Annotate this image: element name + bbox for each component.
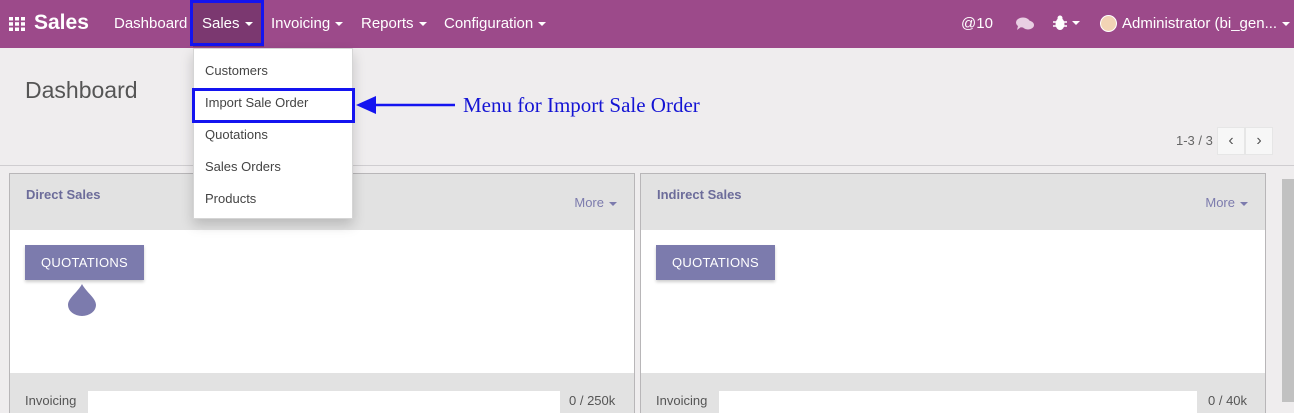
- annotation-label: Menu for Import Sale Order: [463, 93, 700, 117]
- quotations-button[interactable]: QUOTATIONS: [25, 245, 145, 280]
- menu-invoicing[interactable]: Invoicing: [271, 15, 344, 32]
- menu-configuration-label: Configuration: [444, 15, 534, 32]
- dropdown-item-quotations[interactable]: Quotations: [205, 127, 268, 142]
- card-more-dropdown[interactable]: More: [1205, 195, 1248, 210]
- annotation-arrow-icon: [356, 96, 455, 114]
- card-more-label: More: [574, 195, 604, 210]
- invoicing-progress-value: 0 / 250k: [569, 393, 616, 408]
- menu-configuration[interactable]: Configuration: [444, 15, 547, 32]
- card-more-dropdown[interactable]: More: [574, 195, 617, 210]
- card-title[interactable]: Direct Sales: [26, 187, 100, 202]
- dropdown-item-products[interactable]: Products: [205, 191, 256, 206]
- menu-reports-label: Reports: [361, 15, 414, 32]
- pager-next-button[interactable]: ›: [1245, 127, 1273, 155]
- card-title[interactable]: Indirect Sales: [657, 187, 742, 202]
- debug-menu[interactable]: [1053, 14, 1080, 32]
- pager-value: 1-3 / 3: [1176, 133, 1213, 148]
- page-title: Dashboard: [25, 77, 138, 103]
- mentions-counter[interactable]: @10: [961, 15, 993, 32]
- chevron-down-icon: [1282, 22, 1291, 27]
- sales-menu-highlight-box: [190, 0, 264, 46]
- user-name: Administrator (bi_gen...: [1122, 15, 1278, 32]
- top-navbar: Sales Dashboard Sales Invoicing Reports …: [0, 0, 1294, 48]
- dashboard-card-indirect-sales: Indirect Sales More QUOTATIONS Invoicing…: [640, 173, 1266, 413]
- avatar: [1100, 15, 1117, 32]
- apps-grid-icon[interactable]: [9, 17, 25, 31]
- chevron-down-icon: [609, 201, 617, 206]
- menu-reports[interactable]: Reports: [361, 15, 427, 32]
- chevron-left-icon: ‹: [1228, 132, 1234, 149]
- chevron-down-icon: [1240, 201, 1248, 206]
- menu-dashboard[interactable]: Dashboard: [114, 15, 187, 32]
- chevron-right-icon: ›: [1256, 132, 1262, 149]
- invoicing-label: Invoicing: [25, 393, 77, 408]
- tooltip-drop-icon: [68, 284, 96, 316]
- invoicing-progress-bar: [88, 391, 560, 413]
- chevron-down-icon: [335, 22, 344, 27]
- bug-icon: [1053, 15, 1067, 30]
- chat-icon[interactable]: [1016, 17, 1034, 31]
- card-footer: Invoicing 0 / 250k: [10, 373, 634, 413]
- invoicing-progress-value: 0 / 40k: [1208, 393, 1248, 408]
- chevron-down-icon: [538, 22, 547, 27]
- menu-invoicing-label: Invoicing: [271, 15, 331, 32]
- vertical-scrollbar[interactable]: [1282, 179, 1294, 402]
- card-more-label: More: [1205, 195, 1235, 210]
- chevron-down-icon: [418, 22, 427, 27]
- invoicing-label: Invoicing: [656, 393, 708, 408]
- chevron-down-icon: [1072, 20, 1080, 25]
- mentions-count: 10: [976, 15, 993, 32]
- app-brand[interactable]: Sales: [34, 11, 89, 35]
- dropdown-item-sales-orders[interactable]: Sales Orders: [205, 159, 281, 174]
- sales-dropdown-menu: Customers Import Sale Order Quotations S…: [192, 48, 355, 219]
- at-sign-icon: @: [961, 15, 977, 32]
- quotations-button[interactable]: QUOTATIONS: [656, 245, 776, 280]
- dropdown-item-customers[interactable]: Customers: [205, 63, 268, 78]
- card-footer: Invoicing 0 / 40k: [641, 373, 1265, 413]
- invoicing-progress-bar: [719, 391, 1197, 413]
- card-header: Indirect Sales More: [641, 174, 1265, 230]
- import-sale-order-highlight-box: [192, 88, 355, 123]
- user-menu[interactable]: Administrator (bi_gen...: [1122, 15, 1291, 32]
- pager-previous-button[interactable]: ‹: [1217, 127, 1245, 155]
